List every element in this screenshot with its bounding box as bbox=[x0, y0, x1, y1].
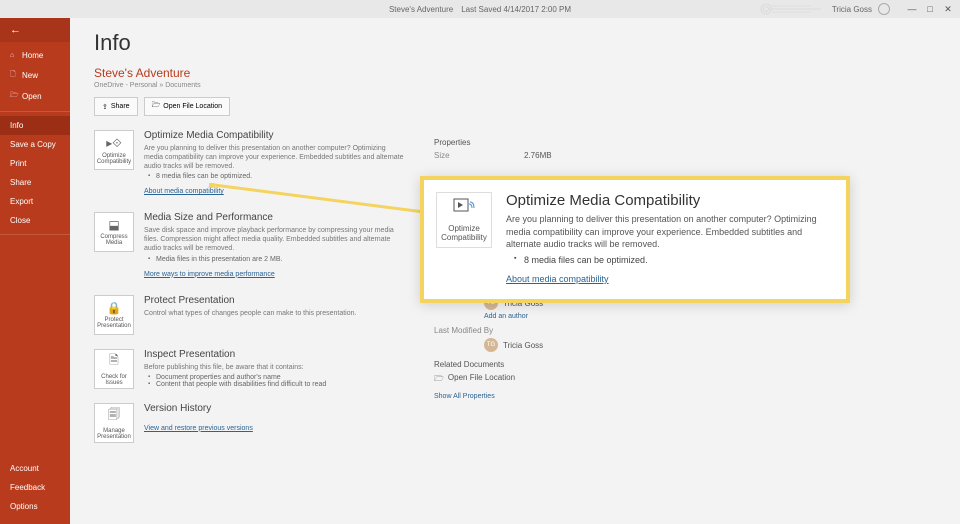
folder-icon: 🗁 bbox=[152, 101, 161, 112]
nav-info[interactable]: Info bbox=[0, 116, 70, 135]
share-button[interactable]: ⇪Share bbox=[94, 97, 138, 116]
inspect-desc: Before publishing this file, be aware th… bbox=[144, 363, 404, 372]
compress-media-tile[interactable]: ⬓ Compress Media bbox=[94, 212, 134, 252]
avatar: TG bbox=[484, 338, 498, 352]
home-icon: ⌂ bbox=[10, 52, 18, 59]
size-label: Size bbox=[434, 151, 524, 160]
inspect-section: 🗎 Check for Issues Inspect Presentation … bbox=[94, 349, 404, 389]
lock-icon: 🔒 bbox=[107, 301, 122, 315]
nav-share[interactable]: Share bbox=[0, 173, 70, 192]
inspect-icon: 🗎 bbox=[109, 351, 119, 372]
backstage-sidebar: ← ⌂Home 🗋New 🗁Open Info Save a Copy Prin… bbox=[0, 18, 70, 524]
close-window-button[interactable]: ✕ bbox=[940, 3, 956, 15]
new-icon: 🗋 bbox=[10, 70, 18, 81]
nav-new[interactable]: 🗋New bbox=[0, 65, 70, 86]
user-avatar-icon[interactable] bbox=[878, 3, 890, 15]
media-icon: ▸⟐ bbox=[106, 136, 121, 151]
callout-desc: Are you planning to deliver this present… bbox=[506, 213, 834, 251]
optimize-heading: Optimize Media Compatibility bbox=[144, 130, 404, 141]
nav-print[interactable]: Print bbox=[0, 154, 70, 173]
protect-section: 🔒 Protect Presentation Protect Presentat… bbox=[94, 295, 404, 335]
back-arrow-icon: ← bbox=[10, 24, 21, 36]
minimize-button[interactable]: — bbox=[904, 3, 920, 15]
optimize-desc: Are you planning to deliver this present… bbox=[144, 144, 404, 171]
back-button[interactable]: ← bbox=[0, 18, 70, 42]
callout-link[interactable]: About media compatibility bbox=[506, 274, 609, 284]
protect-heading: Protect Presentation bbox=[144, 295, 404, 306]
compress-icon: ⬓ bbox=[108, 218, 119, 232]
optimize-callout: Optimize Compatibility Optimize Media Co… bbox=[420, 176, 850, 303]
nav-open[interactable]: 🗁Open bbox=[0, 86, 70, 107]
check-issues-tile[interactable]: 🗎 Check for Issues bbox=[94, 349, 134, 389]
callout-title: Optimize Media Compatibility bbox=[506, 192, 834, 209]
version-history-section: 🗐 Manage Presentation Version History Vi… bbox=[94, 403, 404, 443]
modified-label: Last Modified By bbox=[434, 326, 524, 335]
inspect-bullet-1: Document properties and author's name bbox=[144, 374, 404, 381]
nav-close[interactable]: Close bbox=[0, 211, 70, 230]
nav-save-copy[interactable]: Save a Copy bbox=[0, 135, 70, 154]
document-title: Steve's Adventure bbox=[94, 66, 936, 80]
inspect-bullet-2: Content that people with disabilities fi… bbox=[144, 381, 404, 388]
page-title: Info bbox=[94, 30, 936, 56]
titlebar-doc-name: Steve's Adventure bbox=[389, 5, 453, 14]
folder-icon: 🗁 bbox=[434, 373, 444, 387]
media-size-heading: Media Size and Performance bbox=[144, 212, 404, 223]
share-icon: ⇪ bbox=[102, 103, 108, 111]
nav-options[interactable]: Options bbox=[0, 497, 70, 516]
maximize-button[interactable]: □ bbox=[922, 3, 938, 15]
protect-desc: Control what types of changes people can… bbox=[144, 309, 404, 318]
properties-heading: Properties bbox=[434, 138, 936, 147]
nav-feedback[interactable]: Feedback bbox=[0, 478, 70, 497]
media-size-section: ⬓ Compress Media Media Size and Performa… bbox=[94, 212, 404, 280]
optimize-bullet: 8 media files can be optimized. bbox=[144, 173, 404, 180]
optimize-compatibility-section: ▸⟐ Optimize Compatibility Optimize Media… bbox=[94, 130, 404, 198]
nav-home[interactable]: ⌂Home bbox=[0, 46, 70, 65]
media-size-bullet: Media files in this presentation are 2 M… bbox=[144, 256, 404, 263]
media-perf-link[interactable]: More ways to improve media performance bbox=[144, 271, 275, 278]
info-page: Info Steve's Adventure OneDrive - Person… bbox=[70, 18, 960, 524]
modified-person[interactable]: TGTricia Goss bbox=[434, 338, 936, 352]
title-bar: Steve's Adventure Last Saved 4/14/2017 2… bbox=[0, 0, 960, 18]
titlebar-saved: Last Saved 4/14/2017 2:00 PM bbox=[461, 5, 571, 14]
history-link[interactable]: View and restore previous versions bbox=[144, 425, 253, 432]
inspect-heading: Inspect Presentation bbox=[144, 349, 404, 360]
breadcrumb: OneDrive - Personal » Documents bbox=[94, 82, 936, 89]
titlebar-decoration bbox=[756, 2, 826, 16]
callout-bullet: 8 media files can be optimized. bbox=[506, 255, 834, 265]
nav-export[interactable]: Export bbox=[0, 192, 70, 211]
titlebar-user: Tricia Goss bbox=[832, 5, 872, 14]
open-file-location-button[interactable]: 🗁Open File Location bbox=[144, 97, 230, 116]
add-author-link[interactable]: Add an author bbox=[434, 313, 936, 320]
optimize-compatibility-tile[interactable]: ▸⟐ Optimize Compatibility bbox=[94, 130, 134, 170]
open-icon: 🗁 bbox=[10, 91, 18, 102]
history-heading: Version History bbox=[144, 403, 404, 414]
media-size-desc: Save disk space and improve playback per… bbox=[144, 226, 404, 253]
open-file-location-link[interactable]: 🗁Open File Location bbox=[434, 373, 936, 387]
protect-presentation-tile[interactable]: 🔒 Protect Presentation bbox=[94, 295, 134, 335]
size-value: 2.76MB bbox=[524, 151, 552, 160]
manage-presentation-tile[interactable]: 🗐 Manage Presentation bbox=[94, 403, 134, 443]
history-icon: 🗐 bbox=[108, 405, 120, 426]
related-docs-heading: Related Documents bbox=[434, 360, 936, 369]
show-all-properties-link[interactable]: Show All Properties bbox=[434, 393, 495, 400]
media-icon bbox=[453, 198, 475, 221]
about-media-compat-link[interactable]: About media compatibility bbox=[144, 188, 224, 195]
nav-account[interactable]: Account bbox=[0, 459, 70, 478]
callout-tile[interactable]: Optimize Compatibility bbox=[436, 192, 492, 248]
